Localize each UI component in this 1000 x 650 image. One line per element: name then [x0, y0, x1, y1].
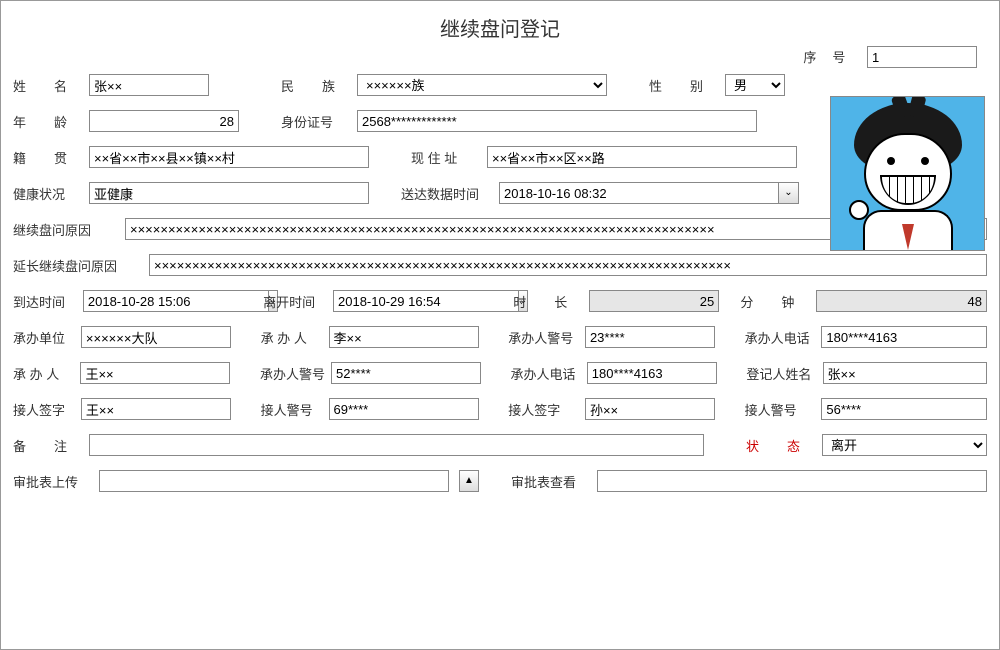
gender-label: 性别 [649, 76, 719, 95]
remark-label: 备注 [13, 436, 83, 455]
recv-sign1-label: 接人签字 [13, 400, 75, 419]
ethnic-select[interactable]: ××××××族 [357, 74, 607, 96]
handler1-input[interactable] [329, 326, 479, 348]
handler1-badge-label: 承办人警号 [508, 328, 579, 347]
avatar-icon [831, 97, 984, 250]
registrar-input[interactable] [823, 362, 987, 384]
registrar-label: 登记人姓名 [746, 364, 816, 383]
reason-label: 继续盘问原因 [13, 220, 119, 239]
delivery-input[interactable] [499, 182, 779, 204]
serial-row: 序号 [13, 46, 987, 68]
age-input[interactable] [89, 110, 239, 132]
status-select[interactable]: 离开 [822, 434, 987, 456]
recv-sign2-input[interactable] [585, 398, 715, 420]
name-label: 姓名 [13, 76, 83, 95]
upload-label: 审批表上传 [13, 472, 93, 491]
serial-input[interactable] [867, 46, 977, 68]
origin-label: 籍贯 [13, 148, 83, 167]
delivery-label: 送达数据时间 [401, 184, 493, 203]
name-input[interactable] [89, 74, 209, 96]
leave-input[interactable] [333, 290, 519, 312]
handler1-label: 承 办 人 [261, 328, 323, 347]
serial-label: 序号 [803, 47, 863, 66]
handler2-input[interactable] [80, 362, 230, 384]
form-container: 继续盘问登记 序号 姓名 民族 ××××××族 性别 男 [0, 0, 1000, 650]
recv-sign2-label: 接人签字 [508, 400, 579, 419]
view-label: 审批表查看 [511, 472, 591, 491]
age-label: 年龄 [13, 112, 83, 131]
minute-label: 分钟 [740, 292, 810, 311]
handler1-phone-input[interactable] [821, 326, 987, 348]
duration-label: 时长 [513, 292, 583, 311]
upload-input[interactable] [99, 470, 449, 492]
page-title: 继续盘问登记 [13, 13, 987, 42]
recv-badge2-label: 接人警号 [745, 400, 816, 419]
handler1-phone-label: 承办人电话 [745, 328, 816, 347]
gender-select[interactable]: 男 [725, 74, 785, 96]
remark-input[interactable] [89, 434, 704, 456]
minute-output [816, 290, 987, 312]
ethnic-label: 民族 [281, 76, 351, 95]
recv-badge1-input[interactable] [329, 398, 479, 420]
handler2-badge-label: 承办人警号 [260, 364, 325, 383]
arrive-input[interactable] [83, 290, 269, 312]
upload-button-icon[interactable]: ▲ [459, 470, 479, 492]
id-input[interactable] [357, 110, 757, 132]
unit-label: 承办单位 [13, 328, 75, 347]
unit-input[interactable] [81, 326, 231, 348]
arrive-label: 到达时间 [13, 292, 77, 311]
delivery-dropdown-icon[interactable]: ⌄ [779, 182, 799, 204]
extend-reason-label: 延长继续盘问原因 [13, 256, 143, 275]
handler2-badge-input[interactable] [331, 362, 481, 384]
address-label: 现 住 址 [411, 148, 481, 167]
health-label: 健康状况 [13, 184, 83, 203]
id-label: 身份证号 [281, 112, 351, 131]
leave-label: 离开时间 [263, 292, 327, 311]
duration-output [589, 290, 719, 312]
handler1-badge-input[interactable] [585, 326, 715, 348]
extend-reason-input[interactable] [149, 254, 987, 276]
origin-input[interactable] [89, 146, 369, 168]
view-input[interactable] [597, 470, 987, 492]
health-input[interactable] [89, 182, 369, 204]
recv-badge1-label: 接人警号 [261, 400, 323, 419]
address-input[interactable] [487, 146, 797, 168]
recv-sign1-input[interactable] [81, 398, 231, 420]
recv-badge2-input[interactable] [821, 398, 987, 420]
handler2-phone-input[interactable] [587, 362, 717, 384]
photo-frame [830, 96, 985, 251]
handler2-phone-label: 承办人电话 [511, 364, 581, 383]
status-label: 状态 [746, 436, 816, 455]
handler2-label: 承 办 人 [13, 364, 74, 383]
